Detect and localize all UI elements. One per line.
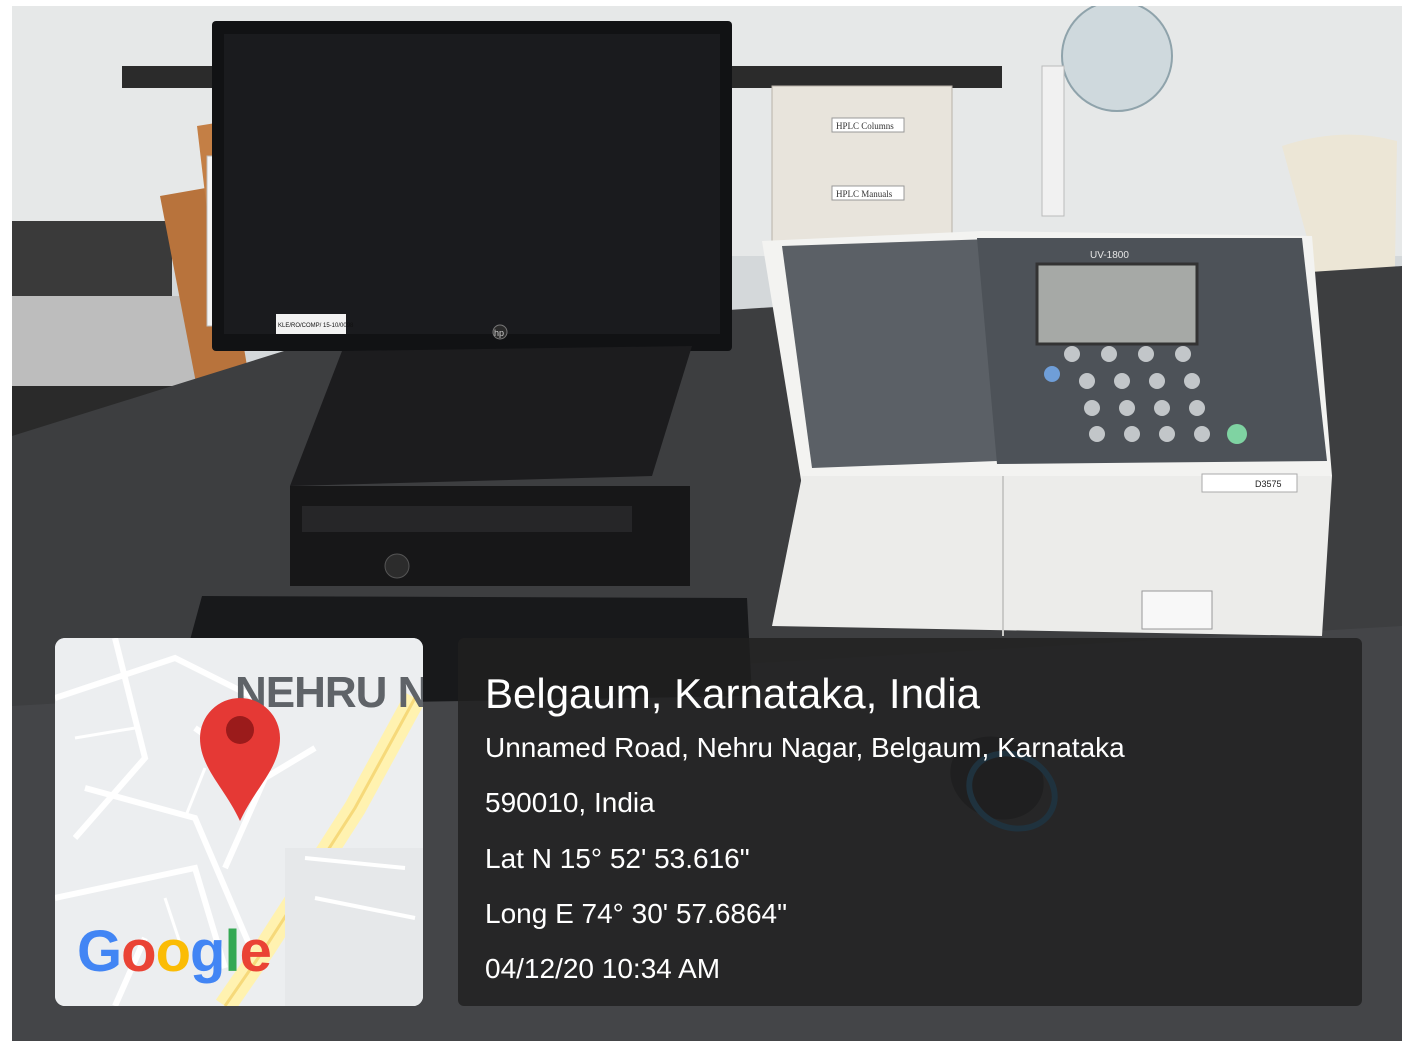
map-pin-icon: [200, 698, 280, 821]
logo-letter: o: [121, 919, 156, 984]
shelf-label-1: HPLC Columns: [836, 121, 894, 131]
address-line-2: 590010, India: [485, 787, 655, 818]
timestamp-text: 04/12/20 10:34 AM: [485, 953, 721, 984]
monitor-asset-tag: KLE/RO/COMP/ 15-10/0098: [278, 323, 354, 329]
shelf-label-2: HPLC Manuals: [836, 189, 893, 199]
brand-logo: hp: [494, 328, 504, 338]
logo-letter: g: [190, 919, 225, 984]
latitude-text: Lat N 15° 52' 53.616": [485, 843, 750, 874]
logo-letter: e: [239, 919, 272, 984]
serial-number: D3575: [1255, 479, 1282, 489]
instrument-model: UV-1800: [1090, 250, 1129, 261]
logo-letter: G: [77, 919, 122, 984]
logo-letter: o: [155, 919, 191, 984]
photo-frame: HPLC Columns HPLC Manuals hp KLE/RO/COMP…: [0, 0, 1414, 1045]
geotag-info-panel: Belgaum, Karnataka, India Unnamed Road, …: [458, 638, 1362, 1006]
location-title: Belgaum, Karnataka, India: [485, 670, 980, 717]
longitude-text: Long E 74° 30' 57.6864": [485, 898, 788, 929]
address-line-1: Unnamed Road, Nehru Nagar, Belgaum, Karn…: [485, 732, 1125, 763]
map-thumbnail[interactable]: NEHRU N Google: [55, 638, 423, 1006]
logo-letter: l: [224, 919, 240, 984]
google-logo: Google: [77, 918, 272, 985]
